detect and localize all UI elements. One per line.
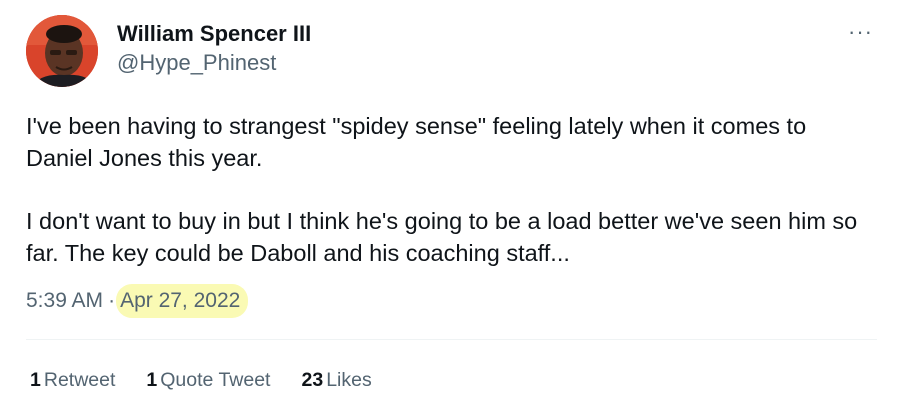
author-display-name[interactable]: William Spencer III <box>117 20 311 48</box>
avatar[interactable] <box>26 15 98 87</box>
retweets-stat[interactable]: 1 Retweet <box>30 365 115 395</box>
likes-label: Likes <box>326 369 372 391</box>
tweet-paragraph: I've been having to strangest "spidey se… <box>26 113 807 171</box>
tweet-text: I've been having to strangest "spidey se… <box>26 110 873 269</box>
author-handle[interactable]: @Hype_Phinest <box>117 48 311 78</box>
divider <box>26 339 877 340</box>
quote-tweets-stat[interactable]: 1 Quote Tweet <box>146 365 270 395</box>
tweet-date[interactable]: Apr 27, 2022 <box>116 284 249 318</box>
meta-separator: · <box>108 289 116 312</box>
likes-stat[interactable]: 23 Likes <box>301 365 371 395</box>
retweets-count: 1 <box>30 369 41 391</box>
tweet-time[interactable]: 5:39 AM <box>26 284 103 318</box>
tweet-card: William Spencer III @Hype_Phinest ··· I'… <box>0 0 903 409</box>
quote-tweets-label: Quote Tweet <box>160 369 271 391</box>
tweet-paragraph: I don't want to buy in but I think he's … <box>26 208 858 266</box>
tweet-stats: 1 Retweet 1 Quote Tweet 23 Likes <box>30 365 403 395</box>
retweets-label: Retweet <box>43 369 116 391</box>
tweet-timestamp: 5:39 AM · Apr 27, 2022 <box>26 284 249 318</box>
quote-tweets-count: 1 <box>146 369 158 391</box>
likes-count: 23 <box>301 369 324 391</box>
avatar-image <box>26 15 98 87</box>
tweet-header: William Spencer III @Hype_Phinest ··· <box>26 14 877 88</box>
author-names: William Spencer III @Hype_Phinest <box>117 20 311 78</box>
more-options-icon[interactable]: ··· <box>848 21 873 43</box>
